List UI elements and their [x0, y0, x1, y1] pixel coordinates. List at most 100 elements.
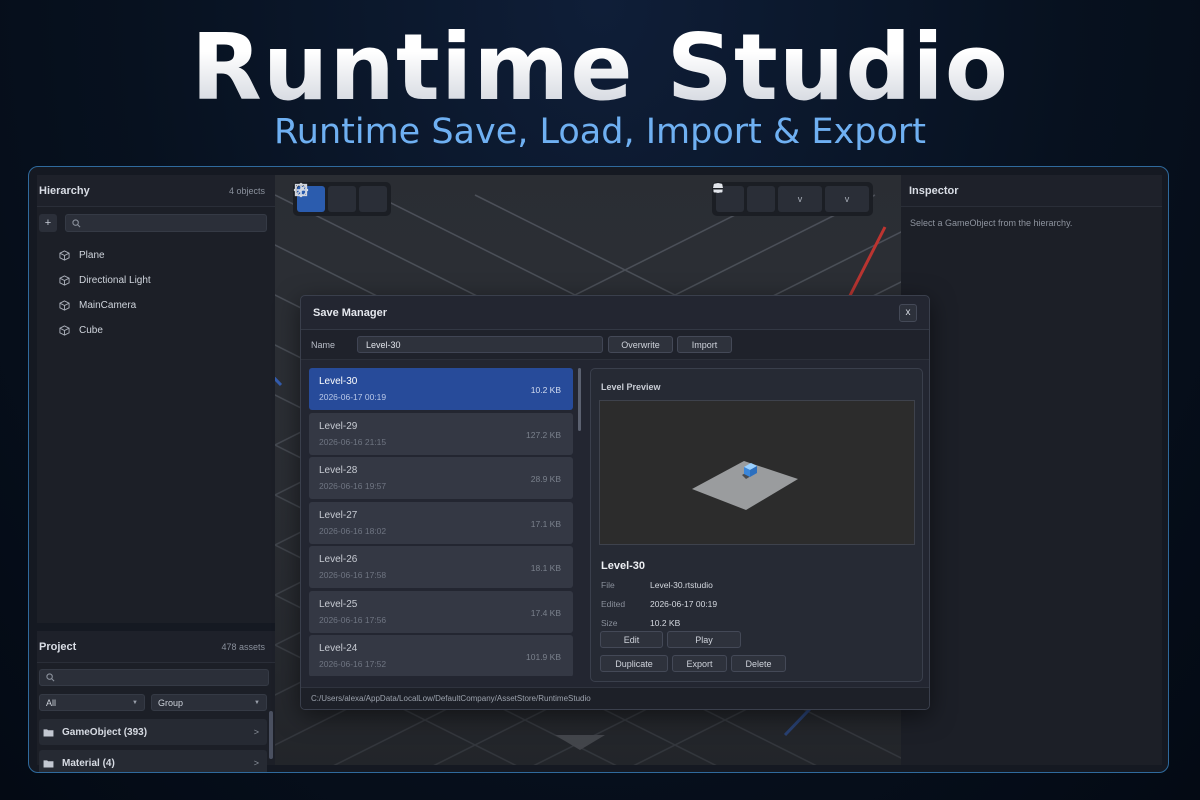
save-list-item[interactable]: Level-25 2026-06-16 17:56 17.4 KB: [309, 590, 573, 633]
size-value: 10.2 KB: [650, 618, 681, 628]
type-filter-dropdown[interactable]: All ▼: [39, 694, 145, 711]
group-filter-dropdown[interactable]: Group ▼: [151, 694, 267, 711]
preview-label: Level Preview: [601, 382, 661, 392]
hero-title: Runtime Studio: [0, 14, 1200, 122]
folder-label: Material (4): [62, 757, 115, 769]
project-search-input[interactable]: [39, 669, 269, 686]
cube-icon: [59, 250, 70, 261]
cube-icon: [59, 275, 70, 286]
save-path: C:/Users/alexa/AppData/LocalLow/DefaultC…: [301, 687, 929, 709]
hierarchy-count: 4 objects: [228, 185, 265, 196]
file-value: Level-30.rtstudio: [650, 580, 713, 590]
add-object-button[interactable]: +: [39, 214, 57, 232]
scale-tool-icon: [294, 183, 308, 197]
transform-toolbar: [293, 182, 391, 216]
hierarchy-list: Plane Directional Light MainCamera Cube: [37, 239, 275, 343]
save-list-item[interactable]: Level-30 2026-06-17 00:19 10.2 KB: [309, 368, 573, 410]
inspector-title: Inspector: [909, 184, 959, 197]
save-list-item[interactable]: Level-24 2026-06-16 17:52 101.9 KB: [309, 635, 573, 676]
save-item-name: Level-26: [319, 554, 358, 565]
save-item-name: Level-25: [319, 598, 358, 610]
gizmo-dropdown[interactable]: v: [713, 183, 822, 212]
save-item-size: 127.2 KB: [526, 429, 561, 440]
hierarchy-item-label: Plane: [79, 250, 105, 261]
project-scrollbar[interactable]: [269, 711, 273, 759]
chevron-down-icon: ▼: [254, 699, 260, 706]
dialog-title: Save Manager: [313, 306, 387, 319]
save-item-size: 101.9 KB: [526, 652, 561, 662]
size-row: Size 10.2 KB: [601, 618, 680, 628]
hierarchy-item-directional-light[interactable]: Directional Light: [37, 268, 275, 293]
store-button[interactable]: [713, 183, 775, 212]
save-item-date: 2026-06-16 18:02: [319, 525, 387, 536]
folder-icon: [43, 728, 54, 737]
edited-value: 2026-06-17 00:19: [650, 599, 718, 609]
play-toolbar: v v: [712, 182, 873, 216]
name-label: Name: [311, 339, 336, 350]
delete-button[interactable]: Delete: [731, 655, 786, 672]
folder-label: GameObject (393): [62, 726, 148, 738]
project-title: Project: [39, 640, 77, 653]
file-row: File Level-30.rtstudio: [601, 580, 713, 590]
chevron-down-icon: v: [844, 194, 850, 204]
folder-material[interactable]: Material (4) >: [39, 750, 267, 772]
scale-tool-button[interactable]: [294, 183, 387, 212]
folder-icon: [43, 759, 54, 768]
level-preview-image: [599, 400, 915, 545]
save-list-item[interactable]: Level-28 2026-06-16 19:57 28.9 KB: [309, 457, 573, 499]
shading-dropdown[interactable]: v: [713, 183, 869, 212]
save-list-scrollbar[interactable]: [578, 368, 581, 431]
save-item-name: Level-27: [319, 509, 358, 521]
save-item-date: 2026-06-16 19:57: [319, 481, 387, 491]
hierarchy-item-maincamera[interactable]: MainCamera: [37, 293, 275, 318]
cube-icon: [59, 325, 70, 336]
close-button[interactable]: x: [899, 303, 917, 322]
inspector-panel: Inspector Select a GameObject from the h…: [901, 175, 1162, 765]
edited-row: Edited 2026-06-17 00:19: [601, 599, 717, 609]
duplicate-button[interactable]: Duplicate: [600, 655, 668, 672]
file-key: File: [601, 580, 615, 590]
save-item-date: 2026-06-16 17:58: [319, 570, 387, 580]
hierarchy-search-input[interactable]: [65, 214, 267, 232]
hierarchy-item-label: Cube: [79, 325, 103, 336]
save-item-name: Level-30: [319, 376, 358, 387]
project-panel: Project 478 assets All ▼ Group ▼ GameObj…: [37, 631, 275, 772]
rotate-tool-button[interactable]: [295, 183, 356, 212]
folder-gameobject[interactable]: GameObject (393) >: [39, 719, 267, 745]
size-key: Size: [601, 618, 618, 628]
save-name-input[interactable]: Level-30: [357, 336, 603, 353]
import-button[interactable]: Import: [677, 336, 732, 353]
chevron-down-icon: ▼: [132, 699, 138, 706]
inspector-hint: Select a GameObject from the hierarchy.: [910, 218, 1073, 228]
save-item-size: 28.9 KB: [530, 474, 561, 484]
type-filter-value: All: [46, 697, 57, 708]
hierarchy-item-cube[interactable]: Cube: [37, 318, 275, 343]
cube-icon: [59, 300, 70, 311]
hero-subtitle: Runtime Save, Load, Import & Export: [274, 112, 926, 152]
hierarchy-item-label: MainCamera: [79, 300, 137, 311]
hierarchy-item-plane[interactable]: Plane: [37, 243, 275, 268]
edit-button[interactable]: Edit: [600, 631, 663, 648]
save-item-date: 2026-06-16 17:56: [319, 614, 387, 625]
preview-level-name: Level-30: [601, 560, 646, 572]
overwrite-button[interactable]: Overwrite: [608, 336, 673, 353]
save-item-size: 17.1 KB: [530, 518, 561, 529]
sphere-icon: [713, 183, 723, 193]
export-button[interactable]: Export: [672, 655, 727, 672]
save-item-size: 17.4 KB: [530, 607, 561, 618]
play-level-button[interactable]: Play: [667, 631, 741, 648]
save-list: Level-30 2026-06-17 00:19 10.2 KB Level-…: [309, 368, 573, 676]
save-list-item[interactable]: Level-27 2026-06-16 18:02 17.1 KB: [309, 501, 573, 544]
chevron-right-icon: >: [253, 727, 259, 737]
edited-key: Edited: [601, 599, 626, 609]
save-item-size: 10.2 KB: [530, 385, 561, 395]
hierarchy-title: Hierarchy: [39, 184, 90, 197]
hierarchy-panel: Hierarchy 4 objects + Plane Directional …: [37, 175, 275, 623]
level-thumbnail: [692, 461, 798, 510]
save-item-date: 2026-06-17 00:19: [319, 392, 387, 402]
save-list-item[interactable]: Level-29 2026-06-16 21:15 127.2 KB: [309, 412, 573, 455]
chevron-right-icon: >: [253, 758, 259, 768]
save-list-item[interactable]: Level-26 2026-06-16 17:58 18.1 KB: [309, 546, 573, 588]
search-icon: [72, 218, 81, 227]
level-preview-panel: Level Preview Level-30 File Level-30.rts…: [590, 368, 923, 682]
